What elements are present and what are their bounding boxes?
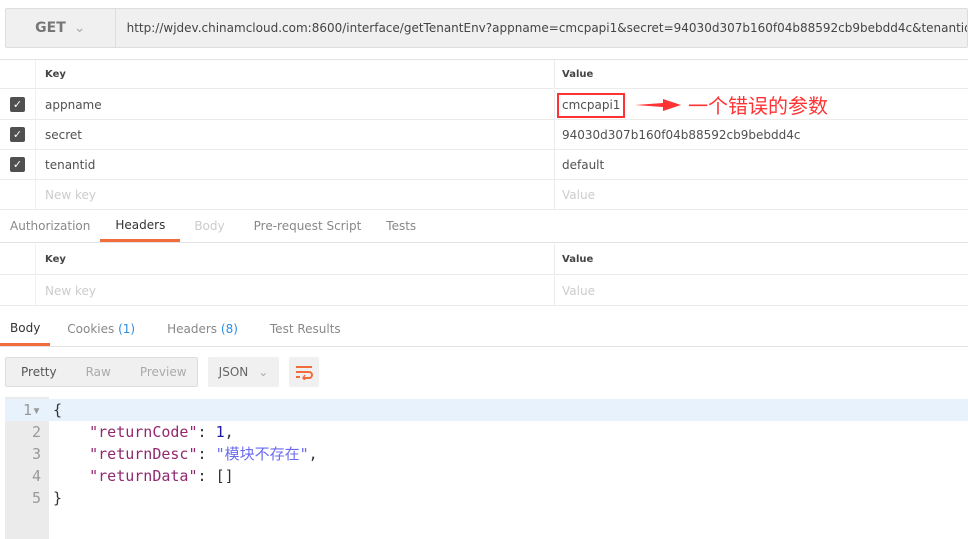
view-mode-group: Pretty Raw Preview: [5, 357, 198, 387]
count-badge: (1): [118, 322, 136, 336]
line-number: 3: [31, 445, 41, 463]
tab-label: Headers: [167, 322, 218, 336]
tab-test-results[interactable]: Test Results: [254, 312, 357, 346]
method-label: GET: [35, 20, 66, 36]
tab-label: Cookies: [67, 322, 115, 336]
tab-tests[interactable]: Tests: [376, 210, 426, 242]
preview-button[interactable]: Preview: [125, 365, 201, 379]
tab-authorization[interactable]: Authorization: [0, 210, 100, 242]
param-new-row: New key Value: [0, 180, 968, 210]
url-input[interactable]: http://wjdev.chinamcloud.com:8600/interf…: [116, 9, 967, 47]
param-row: ✓ tenantid default: [0, 150, 968, 180]
code-line: 3 "returnDesc": "模块不存在",: [5, 443, 968, 465]
raw-button[interactable]: Raw: [71, 365, 125, 379]
format-label: JSON: [218, 365, 249, 379]
response-editor[interactable]: 1▾ { 2 "returnCode": 1, 3 "returnDesc": "…: [5, 397, 968, 539]
wrap-lines-button[interactable]: [289, 357, 319, 387]
param-key[interactable]: tenantid: [35, 150, 554, 179]
new-key-input[interactable]: New key: [35, 180, 554, 209]
highlight-box: [557, 93, 625, 118]
key-header: Key: [35, 244, 554, 274]
new-key-input[interactable]: New key: [35, 276, 554, 305]
json-key: "returnDesc": [89, 445, 198, 463]
tab-pre-request-script[interactable]: Pre-request Script: [239, 210, 377, 242]
code-line: 5}: [5, 487, 968, 509]
arrow-icon: [635, 99, 681, 111]
wrap-icon: [296, 366, 313, 380]
code-text: }: [53, 489, 63, 507]
response-tabs: Body Cookies (1) Headers (8) Test Result…: [0, 312, 968, 347]
request-tabs: Authorization Headers Body Pre-request S…: [0, 210, 968, 243]
json-key: "returnData": [89, 467, 198, 485]
header-new-row: New key Value: [0, 276, 968, 306]
tab-response-headers[interactable]: Headers (8): [151, 312, 254, 346]
params-header: Key Value: [0, 60, 968, 89]
count-badge: (8): [220, 322, 238, 336]
code-line: 4 "returnData": []: [5, 465, 968, 487]
param-row: ✓ secret 94030d307b160f04b88592cb9bebdd4c: [0, 120, 968, 150]
tab-headers[interactable]: Headers: [100, 210, 181, 242]
pretty-button[interactable]: Pretty: [6, 365, 71, 379]
code-line: 1▾ {: [5, 399, 968, 421]
line-number: 1▾: [22, 401, 41, 419]
json-value: "模块不存在": [215, 445, 309, 463]
param-key[interactable]: appname: [35, 90, 554, 119]
line-number: 4: [31, 467, 41, 485]
value-header: Value: [554, 244, 968, 274]
checkbox[interactable]: ✓: [10, 157, 25, 172]
tab-body[interactable]: Body: [180, 210, 238, 242]
url-bar: GET ⌄ http://wjdev.chinamcloud.com:8600/i…: [5, 8, 968, 48]
chevron-down-icon: ⌄: [258, 365, 269, 379]
line-number: 2: [31, 423, 41, 441]
json-value: 1: [215, 423, 225, 441]
line-number: 5: [31, 489, 41, 507]
chevron-down-icon: ⌄: [73, 20, 86, 36]
method-select[interactable]: GET ⌄: [6, 9, 116, 47]
value-header: Value: [554, 60, 968, 88]
format-select[interactable]: JSON ⌄: [208, 357, 279, 387]
headers-header: Key Value: [0, 244, 968, 275]
json-key: "returnCode": [89, 423, 198, 441]
checkbox[interactable]: ✓: [10, 97, 25, 112]
tab-response-body[interactable]: Body: [0, 312, 51, 346]
code-line: 2 "returnCode": 1,: [5, 421, 968, 443]
new-value-input[interactable]: Value: [554, 180, 968, 209]
new-value-input[interactable]: Value: [554, 276, 968, 305]
annotation-text: 一个错误的参数: [688, 94, 828, 118]
code-text: {: [53, 401, 63, 419]
json-value: []: [215, 467, 234, 485]
param-value[interactable]: 94030d307b160f04b88592cb9bebdd4c: [554, 120, 968, 149]
checkbox[interactable]: ✓: [10, 127, 25, 142]
key-header: Key: [35, 60, 554, 88]
tab-cookies[interactable]: Cookies (1): [50, 312, 151, 346]
param-key[interactable]: secret: [35, 120, 554, 149]
param-value[interactable]: default: [554, 150, 968, 179]
